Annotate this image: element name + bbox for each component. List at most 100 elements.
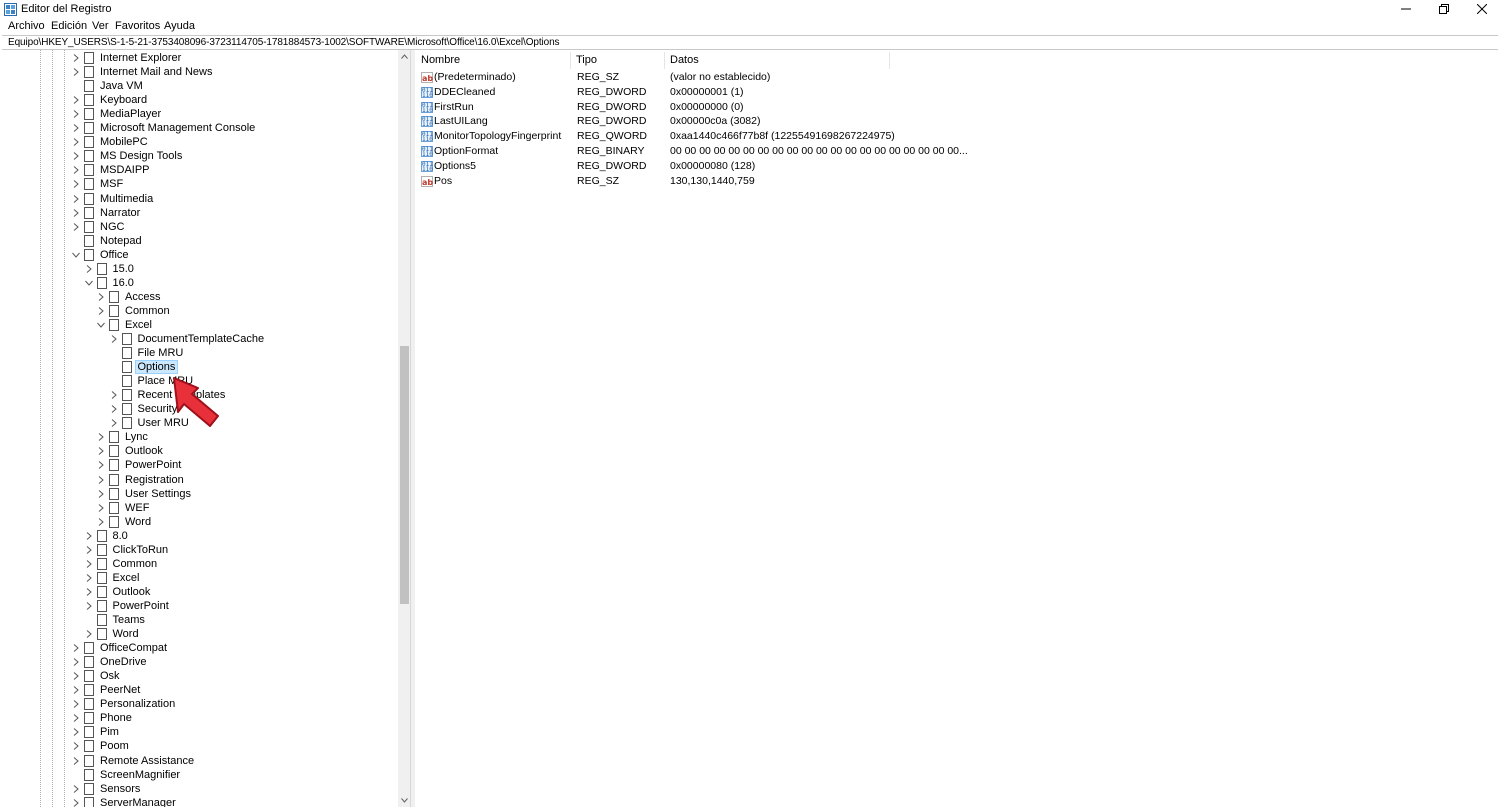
minimize-button[interactable]	[1386, 0, 1426, 18]
chevron-right-icon[interactable]	[108, 416, 120, 430]
address-path[interactable]: Equipo\HKEY_USERS\S-1-5-21-3753408096-37…	[8, 37, 560, 48]
tree-node[interactable]: ScreenMagnifier	[70, 768, 182, 782]
chevron-right-icon[interactable]	[95, 304, 107, 318]
value-row[interactable]: 011 110 MonitorTopologyFingerprint REG_QWOR…	[416, 129, 1500, 144]
tree-node[interactable]: Registration	[95, 473, 186, 487]
chevron-right-icon[interactable]	[70, 739, 82, 753]
tree-node[interactable]: Internet Mail and News	[70, 65, 215, 79]
tree-node[interactable]: Excel	[95, 318, 154, 332]
chevron-right-icon[interactable]	[70, 149, 82, 163]
tree-node-label[interactable]: Common	[123, 305, 172, 317]
tree-node-label[interactable]: File MRU	[136, 347, 186, 359]
chevron-right-icon[interactable]	[70, 641, 82, 655]
tree-node[interactable]: MSDAIPP	[70, 163, 152, 177]
chevron-right-icon[interactable]	[95, 444, 107, 458]
chevron-right-icon[interactable]	[95, 501, 107, 515]
tree-node-label[interactable]: Personalization	[98, 698, 177, 710]
tree-node-label[interactable]: Sensors	[98, 783, 142, 795]
tree-node[interactable]: PowerPoint	[83, 599, 171, 613]
chevron-right-icon[interactable]	[108, 388, 120, 402]
tree-node-label[interactable]: Poom	[98, 740, 131, 752]
chevron-right-icon[interactable]	[70, 220, 82, 234]
chevron-right-icon[interactable]	[83, 627, 95, 641]
tree-node[interactable]: MSF	[70, 177, 125, 191]
tree-scrollbar[interactable]	[398, 50, 410, 807]
value-row[interactable]: 011 110 Options5 REG_DWORD 0x00000080 (128)	[416, 159, 1500, 174]
tree-node[interactable]: Personalization	[70, 697, 177, 711]
chevron-right-icon[interactable]	[70, 754, 82, 768]
chevron-right-icon[interactable]	[70, 65, 82, 79]
tree-node-label[interactable]: Osk	[98, 670, 122, 682]
chevron-right-icon[interactable]	[108, 332, 120, 346]
tree-node-label[interactable]: Remote Assistance	[98, 755, 196, 767]
chevron-right-icon[interactable]	[70, 163, 82, 177]
scroll-down-arrow-icon[interactable]	[400, 796, 409, 805]
chevron-right-icon[interactable]	[70, 683, 82, 697]
tree-node[interactable]: Word	[83, 627, 141, 641]
chevron-right-icon[interactable]	[95, 473, 107, 487]
chevron-right-icon[interactable]	[70, 206, 82, 220]
chevron-right-icon[interactable]	[95, 290, 107, 304]
chevron-right-icon[interactable]	[70, 51, 82, 65]
tree-node[interactable]: DocumentTemplateCache	[108, 332, 267, 346]
tree-node-label[interactable]: OneDrive	[98, 656, 148, 668]
tree-node[interactable]: MediaPlayer	[70, 107, 163, 121]
chevron-right-icon[interactable]	[83, 543, 95, 557]
chevron-down-icon[interactable]	[70, 248, 82, 262]
tree-node[interactable]: Narrator	[70, 206, 142, 220]
tree-node[interactable]: 8.0	[83, 529, 130, 543]
tree-node[interactable]: Keyboard	[70, 93, 149, 107]
menu-favoritos[interactable]: Favoritos	[115, 20, 160, 32]
scroll-up-arrow-icon[interactable]	[400, 52, 409, 61]
tree-node[interactable]: Common	[83, 557, 160, 571]
chevron-right-icon[interactable]	[70, 782, 82, 796]
tree-node[interactable]: NGC	[70, 220, 126, 234]
tree-node[interactable]: 15.0	[83, 262, 136, 276]
tree-node-label[interactable]: Registration	[123, 474, 186, 486]
tree-node[interactable]: Outlook	[83, 585, 153, 599]
tree-node-label[interactable]: MS Design Tools	[98, 150, 184, 162]
tree-node-label[interactable]: ClickToRun	[111, 544, 171, 556]
tree-node-label[interactable]: Java VM	[98, 80, 145, 92]
tree-node-label[interactable]: User Settings	[123, 488, 193, 500]
tree-node[interactable]: 16.0	[83, 276, 136, 290]
column-header-type[interactable]: Tipo	[571, 52, 665, 69]
restore-button[interactable]	[1424, 0, 1464, 18]
tree-node-label[interactable]: Access	[123, 291, 162, 303]
tree-node-label[interactable]: Notepad	[98, 235, 144, 247]
chevron-right-icon[interactable]	[108, 402, 120, 416]
pane-splitter[interactable]	[411, 50, 415, 807]
tree-node[interactable]: Outlook	[95, 444, 165, 458]
value-row[interactable]: ab Pos REG_SZ 130,130,1440,759	[416, 174, 1500, 189]
chevron-down-icon[interactable]	[83, 276, 95, 290]
tree-node[interactable]: Word	[95, 515, 153, 529]
tree-node-label[interactable]: WEF	[123, 502, 151, 514]
tree-node[interactable]: Osk	[70, 669, 122, 683]
chevron-right-icon[interactable]	[70, 107, 82, 121]
chevron-right-icon[interactable]	[70, 192, 82, 206]
value-row[interactable]: 011 110 LastUILang REG_DWORD 0x00000c0a (308…	[416, 114, 1500, 129]
tree-node[interactable]: Pim	[70, 725, 121, 739]
chevron-right-icon[interactable]	[95, 458, 107, 472]
chevron-right-icon[interactable]	[70, 669, 82, 683]
chevron-right-icon[interactable]	[70, 121, 82, 135]
chevron-right-icon[interactable]	[83, 262, 95, 276]
tree-node-label[interactable]: ScreenMagnifier	[98, 769, 182, 781]
tree-node[interactable]: Access	[95, 290, 162, 304]
tree-node-label[interactable]: Microsoft Management Console	[98, 122, 257, 134]
tree-node[interactable]: Poom	[70, 739, 131, 753]
tree-node-label[interactable]: Office	[98, 249, 131, 261]
tree-node[interactable]: MS Design Tools	[70, 149, 184, 163]
chevron-down-icon[interactable]	[95, 318, 107, 332]
tree-node[interactable]: ServerManager	[70, 796, 178, 807]
menu-edicion[interactable]: Edición	[51, 20, 87, 32]
tree-node-label[interactable]: Keyboard	[98, 94, 149, 106]
values-list-pane[interactable]: Nombre Tipo Datos ab (Predeterminado) REG_…	[416, 50, 1500, 807]
tree-node[interactable]: Office	[70, 248, 131, 262]
tree-node-label[interactable]: MediaPlayer	[98, 108, 163, 120]
chevron-right-icon[interactable]	[70, 725, 82, 739]
tree-node[interactable]: PeerNet	[70, 683, 142, 697]
menu-ayuda[interactable]: Ayuda	[164, 20, 195, 32]
tree-node-label[interactable]: PeerNet	[98, 684, 142, 696]
tree-node[interactable]: PowerPoint	[95, 458, 183, 472]
